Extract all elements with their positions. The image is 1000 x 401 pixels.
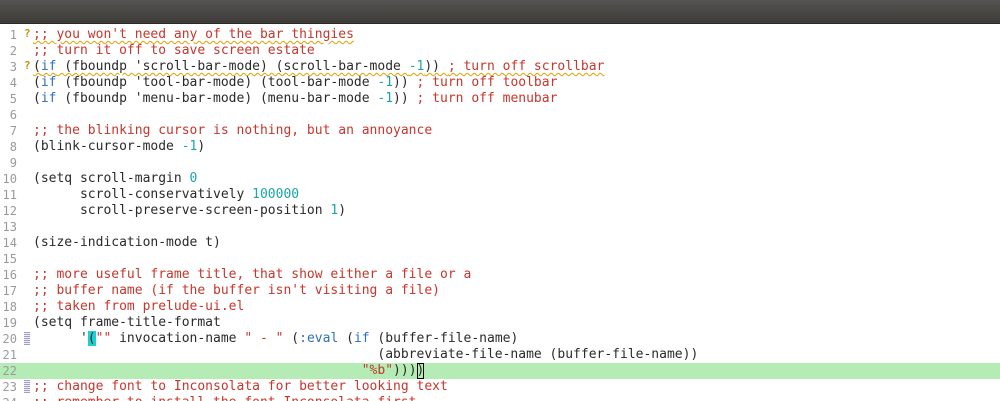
line-number: 7 [9, 124, 17, 138]
line-number: 24 [0, 395, 17, 401]
line-number: 13 [2, 220, 17, 234]
code-line[interactable]: 10 (setq scroll-margin 0 [0, 171, 1000, 187]
line-number: 9 [9, 156, 17, 170]
warning-mark-icon[interactable]: ? [24, 59, 33, 75]
code-text[interactable]: scroll-conservatively 100000 [33, 187, 299, 203]
code-line[interactable]: 7 ;; the blinking cursor is nothing, but … [0, 123, 1000, 139]
code-text[interactable]: '("" invocation-name " - " (:eval (if (b… [33, 331, 518, 347]
code-text[interactable]: ;; more useful frame title, that show ei… [33, 267, 471, 283]
code-line[interactable]: 1?;; you won't need any of the bar thing… [0, 27, 1000, 43]
code-line[interactable]: 17 ;; buffer name (if the buffer isn't vi… [0, 283, 1000, 299]
code-line[interactable]: 22 "%b")))) [0, 363, 1000, 379]
code-line[interactable]: 13 [0, 219, 1000, 235]
code-text[interactable]: ;; buffer name (if the buffer isn't visi… [33, 283, 440, 299]
code-line[interactable]: 15 [0, 251, 1000, 267]
code-text[interactable]: ;; you won't need any of the bar thingie… [33, 27, 354, 43]
line-number: 12 [2, 204, 17, 218]
line-number: 6 [9, 108, 17, 122]
code-line[interactable]: 19 (setq frame-title-format [0, 315, 1000, 331]
warning-mark-icon[interactable]: ? [24, 27, 33, 43]
code-line[interactable]: 3? (if (fboundp 'scroll-bar-mode) (scroll… [0, 59, 1000, 75]
code-line[interactable]: 9 [0, 155, 1000, 171]
code-line[interactable]: 24 ;; remember to install the font Incons… [0, 395, 1000, 401]
line-number: 18 [2, 300, 17, 314]
line-number: 19 [2, 316, 17, 330]
code-text[interactable]: (blink-cursor-mode -1) [33, 139, 205, 155]
line-number: 17 [2, 284, 17, 298]
code-line[interactable]: 16 ;; more useful frame title, that show … [0, 267, 1000, 283]
line-number: 8 [9, 140, 17, 154]
code-line[interactable]: 18 ;; taken from prelude-ui.el [0, 299, 1000, 315]
code-text[interactable]: ;; change font to Inconsolata for better… [33, 379, 448, 395]
code-editor[interactable]: 1?;; you won't need any of the bar thing… [0, 24, 1000, 401]
line-number: 3 [9, 60, 17, 74]
code-line[interactable]: 8 (blink-cursor-mode -1) [0, 139, 1000, 155]
line-number: 21 [2, 348, 17, 362]
code-text[interactable]: (setq frame-title-format [33, 315, 221, 331]
code-text[interactable]: ;; remember to install the font Inconsol… [33, 395, 417, 401]
code-text[interactable]: (setq scroll-margin 0 [33, 171, 197, 187]
line-number: 11 [2, 188, 17, 202]
code-line[interactable]: 14 (size-indication-mode t) [0, 235, 1000, 251]
line-number: 5 [9, 92, 17, 106]
code-line[interactable]: 2 ;; turn it off to save screen estate [0, 43, 1000, 59]
code-text[interactable]: scroll-preserve-screen-position 1) [33, 203, 346, 219]
code-text[interactable]: "%b")))) [33, 363, 425, 379]
code-text[interactable]: (size-indication-mode t) [33, 235, 221, 251]
fringe-indicator-icon [24, 380, 30, 393]
code-line[interactable]: 20 '("" invocation-name " - " (:eval (if… [0, 331, 1000, 347]
code-line[interactable]: 5 (if (fboundp 'menu-bar-mode) (menu-bar-… [0, 91, 1000, 107]
code-text[interactable]: ;; the blinking cursor is nothing, but a… [33, 123, 432, 139]
line-number: 1 [9, 28, 17, 42]
line-number: 16 [2, 268, 17, 282]
line-number: 4 [9, 76, 17, 90]
code-line[interactable]: 4 (if (fboundp 'tool-bar-mode) (tool-bar-… [0, 75, 1000, 91]
fringe-indicator-icon [24, 332, 30, 345]
line-number: 22 [2, 364, 17, 378]
code-line[interactable]: 23 ;; change font to Inconsolata for bett… [0, 379, 1000, 395]
code-text[interactable]: (abbreviate-file-name (buffer-file-name)… [33, 347, 698, 363]
line-number: 20 [2, 332, 17, 346]
code-line[interactable]: 6 [0, 107, 1000, 123]
code-text[interactable]: (if (fboundp 'tool-bar-mode) (tool-bar-m… [33, 75, 557, 91]
line-number: 10 [2, 172, 17, 186]
code-text[interactable]: ;; taken from prelude-ui.el [33, 299, 244, 315]
code-text[interactable]: ;; turn it off to save screen estate [33, 43, 315, 59]
line-number: 15 [2, 252, 17, 266]
code-line[interactable]: 11 scroll-conservatively 100000 [0, 187, 1000, 203]
code-text[interactable]: (if (fboundp 'scroll-bar-mode) (scroll-b… [33, 59, 604, 75]
line-number: 2 [9, 44, 17, 58]
code-line[interactable]: 12 scroll-preserve-screen-position 1) [0, 203, 1000, 219]
line-number: 14 [2, 236, 17, 250]
line-number: 23 [2, 380, 17, 394]
window-title-bar[interactable] [0, 0, 1000, 24]
code-text[interactable]: (if (fboundp 'menu-bar-mode) (menu-bar-m… [33, 91, 557, 107]
code-line[interactable]: 21 (abbreviate-file-name (buffer-file-na… [0, 347, 1000, 363]
